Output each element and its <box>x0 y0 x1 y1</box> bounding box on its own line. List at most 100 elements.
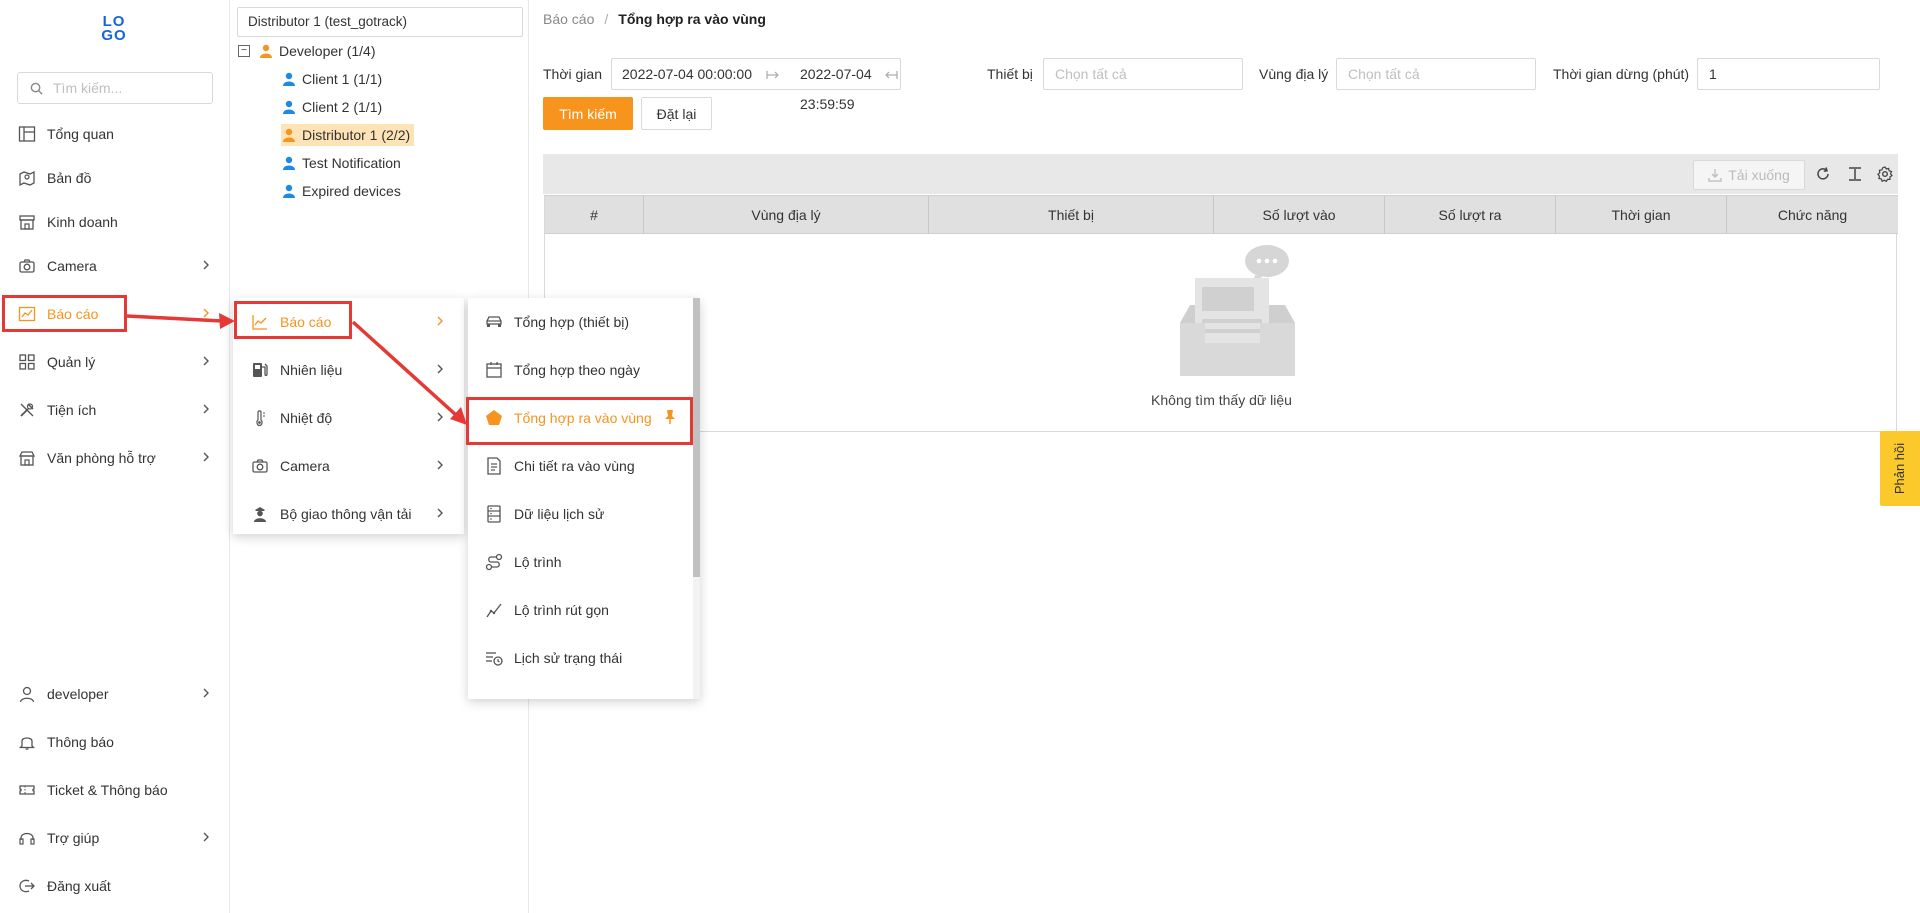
sidebar-item-bao-cao[interactable]: Báo cáo <box>0 294 230 334</box>
tree-node-expired-devices[interactable]: Expired devices <box>281 180 401 202</box>
pentagon-icon <box>484 408 504 428</box>
tree-node-label: Distributor 1 (2/2) <box>302 127 411 143</box>
device-select[interactable]: Chọn tất cả <box>1043 58 1243 90</box>
reset-button[interactable]: Đặt lại <box>641 97 712 130</box>
time-start-value[interactable]: 2022-07-04 00:00:00 <box>622 66 752 82</box>
sidebar-item-label: Báo cáo <box>47 306 99 322</box>
column-height-icon[interactable] <box>1846 165 1864 183</box>
sidebar-item-thong-bao[interactable]: Thông báo <box>0 722 230 762</box>
sidebar-item-quan-ly[interactable]: Quản lý <box>0 342 230 382</box>
menu2-item-lo-trinh-rut-gon[interactable]: Lộ trình rút gọn <box>468 586 693 634</box>
ticket-icon <box>17 780 37 800</box>
sidebar-item-dang-xuat[interactable]: Đăng xuất <box>0 866 230 906</box>
tree-selector[interactable]: Distributor 1 (test_gotrack) <box>237 7 523 37</box>
menu2-item-tong-hop-theo-ngay[interactable]: Tổng hợp theo ngày <box>468 346 693 394</box>
officer-icon <box>250 504 270 524</box>
column-header: Thời gian <box>1556 195 1727 234</box>
sidebar-item-tien-ich[interactable]: Tiện ích <box>0 390 230 430</box>
breadcrumb-parent[interactable]: Báo cáo <box>543 11 594 27</box>
feedback-label: Phản hồi <box>1892 442 1908 495</box>
sidebar-item-ticket[interactable]: Ticket & Thông báo <box>0 770 230 810</box>
menu2-item-label: Tổng hợp theo ngày <box>514 362 640 378</box>
logo[interactable]: LO GO <box>97 14 131 49</box>
grid-icon <box>17 352 37 372</box>
sidebar-item-label: Bản đồ <box>47 170 92 186</box>
map-icon <box>17 168 37 188</box>
chevron-right-icon <box>203 356 209 366</box>
breadcrumb-separator: / <box>604 11 609 27</box>
tree-node-client-1[interactable]: Client 1 (1/1) <box>281 68 382 90</box>
camera-icon <box>17 256 37 276</box>
feedback-tab[interactable]: Phản hồi <box>1880 431 1920 506</box>
reload-icon[interactable] <box>1814 165 1832 183</box>
sidebar-item-label: Tổng quan <box>47 126 114 142</box>
menu1-item-nhien-lieu[interactable]: Nhiên liệu <box>233 346 464 394</box>
sidebar-item-developer[interactable]: developer <box>0 674 230 714</box>
download-icon <box>1708 169 1722 182</box>
user-group-icon <box>260 44 272 58</box>
chevron-right-icon <box>203 404 209 414</box>
sidebar-item-tro-giup[interactable]: Trợ giúp <box>0 818 230 858</box>
sidebar-item-label: Ticket & Thông báo <box>47 782 168 798</box>
menu2-item-label: Lịch sử trạng thái <box>514 650 623 666</box>
menu2-item-du-lieu-lich-su[interactable]: Dữ liệu lịch sử <box>468 490 693 538</box>
database-icon <box>484 504 504 524</box>
menu2-item-label: Chi tiết ra vào vùng <box>514 458 635 474</box>
menu2-item-label: Lộ trình rút gọn <box>514 602 609 618</box>
collapse-icon[interactable]: − <box>238 45 250 57</box>
tree-node-client-2[interactable]: Client 2 (1/1) <box>281 96 382 118</box>
tree-node-test-notification[interactable]: Test Notification <box>281 152 401 174</box>
sidebar-item-camera[interactable]: Camera <box>0 246 230 286</box>
menu2-item-lich-su-trang-thai[interactable]: Lịch sử trạng thái <box>468 634 693 682</box>
empty-inbox-icon <box>1180 245 1295 376</box>
tree-node-root[interactable]: − Developer (1/4) <box>238 40 376 62</box>
sidebar-item-van-phong-ho-tro[interactable]: Văn phòng hỗ trợ <box>0 438 230 478</box>
fuel-icon <box>250 360 270 380</box>
menu-scrollbar-thumb[interactable] <box>693 298 700 577</box>
menu2-item-lo-trinh[interactable]: Lộ trình <box>468 538 693 586</box>
sidebar-item-ban-do[interactable]: Bản đồ <box>0 158 230 198</box>
breadcrumb: Báo cáo / Tổng hợp ra vào vùng <box>543 11 766 27</box>
menu1-item-label: Bộ giao thông vận tải <box>280 506 412 522</box>
chevron-right-icon <box>203 452 209 462</box>
document-icon <box>484 456 504 476</box>
menu1-item-bo-giao-thong[interactable]: Bộ giao thông vận tải <box>233 490 464 538</box>
chevron-right-icon <box>203 832 209 842</box>
column-header: Số lượt vào <box>1214 195 1385 234</box>
car-icon <box>484 312 504 332</box>
tree-node-label: Client 2 (1/1) <box>302 99 383 115</box>
pin-icon[interactable] <box>663 409 677 425</box>
office-icon <box>17 448 37 468</box>
tree-node-label: Client 1 (1/1) <box>302 71 383 87</box>
menu1-item-camera[interactable]: Camera <box>233 442 464 490</box>
column-header: Vùng địa lý <box>644 195 929 234</box>
chevron-right-icon <box>203 688 209 698</box>
sidebar-item-label: Kinh doanh <box>47 214 118 230</box>
menu2-item-label: Dữ liệu lịch sử <box>514 506 605 522</box>
menu1-item-nhiet-do[interactable]: Nhiệt độ <box>233 394 464 442</box>
sidebar-item-tong-quan[interactable]: Tổng quan <box>0 114 230 154</box>
stop-time-input[interactable]: 1 <box>1697 58 1880 90</box>
zone-select[interactable]: Chọn tất cả <box>1336 58 1536 90</box>
menu1-item-bao-cao[interactable]: Báo cáo <box>233 298 464 346</box>
search-button[interactable]: Tìm kiếm <box>543 97 633 130</box>
sidebar-item-kinh-doanh[interactable]: Kinh doanh <box>0 202 230 242</box>
time-end-value[interactable]: 2022-07-04 23:59:59 <box>800 59 900 119</box>
store-icon <box>17 212 37 232</box>
menu2-item-tong-hop-ra-vao-vung[interactable]: Tổng hợp ra vào vùng <box>468 394 693 442</box>
menu-scrollbar[interactable] <box>693 298 700 699</box>
menu2-item-label: Tổng hợp (thiết bị) <box>514 314 630 330</box>
sidebar-search-input[interactable]: Tìm kiếm... <box>17 72 213 104</box>
date-range-picker[interactable]: 2022-07-04 00:00:00 2022-07-04 23:59:59 <box>611 58 901 112</box>
stop-time-label: Thời gian dừng (phút) <box>1553 66 1690 82</box>
user-icon <box>17 684 37 704</box>
menu2-item-tong-hop-thiet-bi[interactable]: Tổng hợp (thiết bị) <box>468 298 693 346</box>
menu2-item-chi-tiet-ra-vao-vung[interactable]: Chi tiết ra vào vùng <box>468 442 693 490</box>
chevron-right-icon <box>203 260 209 270</box>
tree-node-distributor-1[interactable]: Distributor 1 (2/2) <box>281 124 415 146</box>
user-icon <box>283 184 295 198</box>
download-button[interactable]: Tải xuống <box>1693 160 1805 190</box>
sidebar: LO GO Tìm kiếm... Tổng quan Bản đồ Kinh … <box>0 0 230 913</box>
settings-gear-icon[interactable] <box>1876 165 1894 183</box>
user-icon <box>283 72 295 86</box>
